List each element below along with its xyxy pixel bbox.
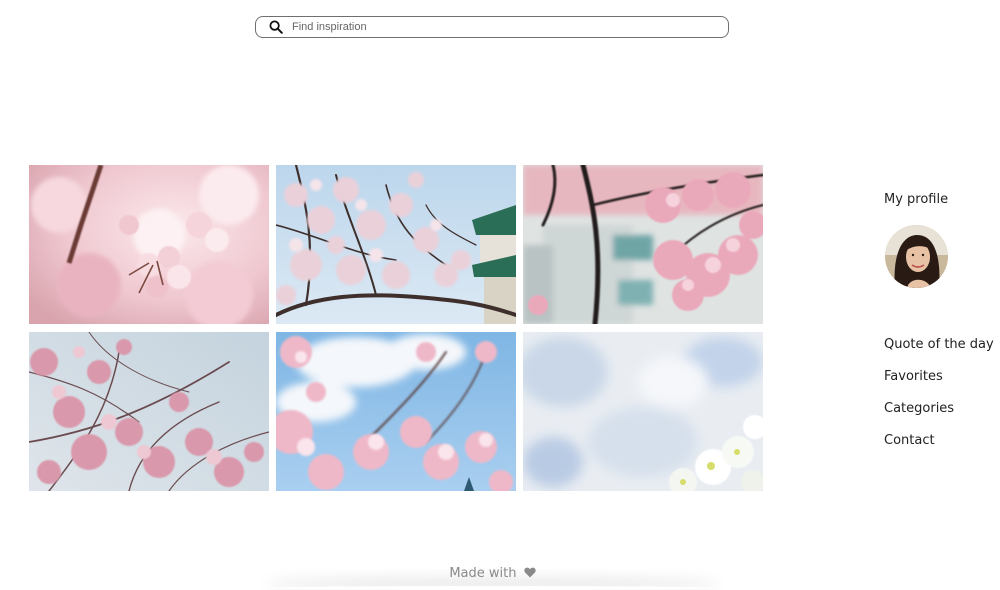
search-bar[interactable] — [255, 16, 729, 38]
cherry-blossom-image — [523, 332, 763, 491]
search-input[interactable] — [292, 17, 712, 37]
footer-text: Made with — [449, 566, 517, 581]
photo-card[interactable] — [523, 332, 763, 491]
menu-item-quote-of-the-day[interactable]: Quote of the day — [884, 336, 994, 368]
photo-card[interactable] — [29, 332, 269, 491]
my-profile-link[interactable]: My profile — [884, 192, 1000, 207]
cherry-blossom-image — [29, 165, 269, 324]
footer: Made with — [0, 566, 985, 581]
menu-item-favorites[interactable]: Favorites — [884, 368, 994, 400]
photo-card[interactable] — [276, 165, 516, 324]
menu-item-contact[interactable]: Contact — [884, 432, 994, 464]
search-icon[interactable] — [269, 20, 283, 34]
heart-icon — [523, 567, 536, 578]
photo-card[interactable] — [29, 165, 269, 324]
cherry-blossom-image — [276, 332, 516, 491]
cherry-blossom-image — [276, 165, 516, 324]
avatar[interactable] — [885, 225, 948, 288]
photo-card[interactable] — [523, 165, 763, 324]
footer-shadow — [270, 586, 715, 590]
sidebar: My profile Quote of the day Favorites Ca… — [884, 192, 1000, 448]
cherry-blossom-image — [29, 332, 269, 491]
menu-item-categories[interactable]: Categories — [884, 400, 994, 432]
cherry-blossom-image — [523, 165, 763, 324]
photo-card[interactable] — [276, 332, 516, 491]
avatar-image — [885, 225, 948, 288]
sidebar-menu: Quote of the day Favorites Categories Co… — [884, 336, 994, 464]
photo-gallery — [29, 165, 764, 492]
